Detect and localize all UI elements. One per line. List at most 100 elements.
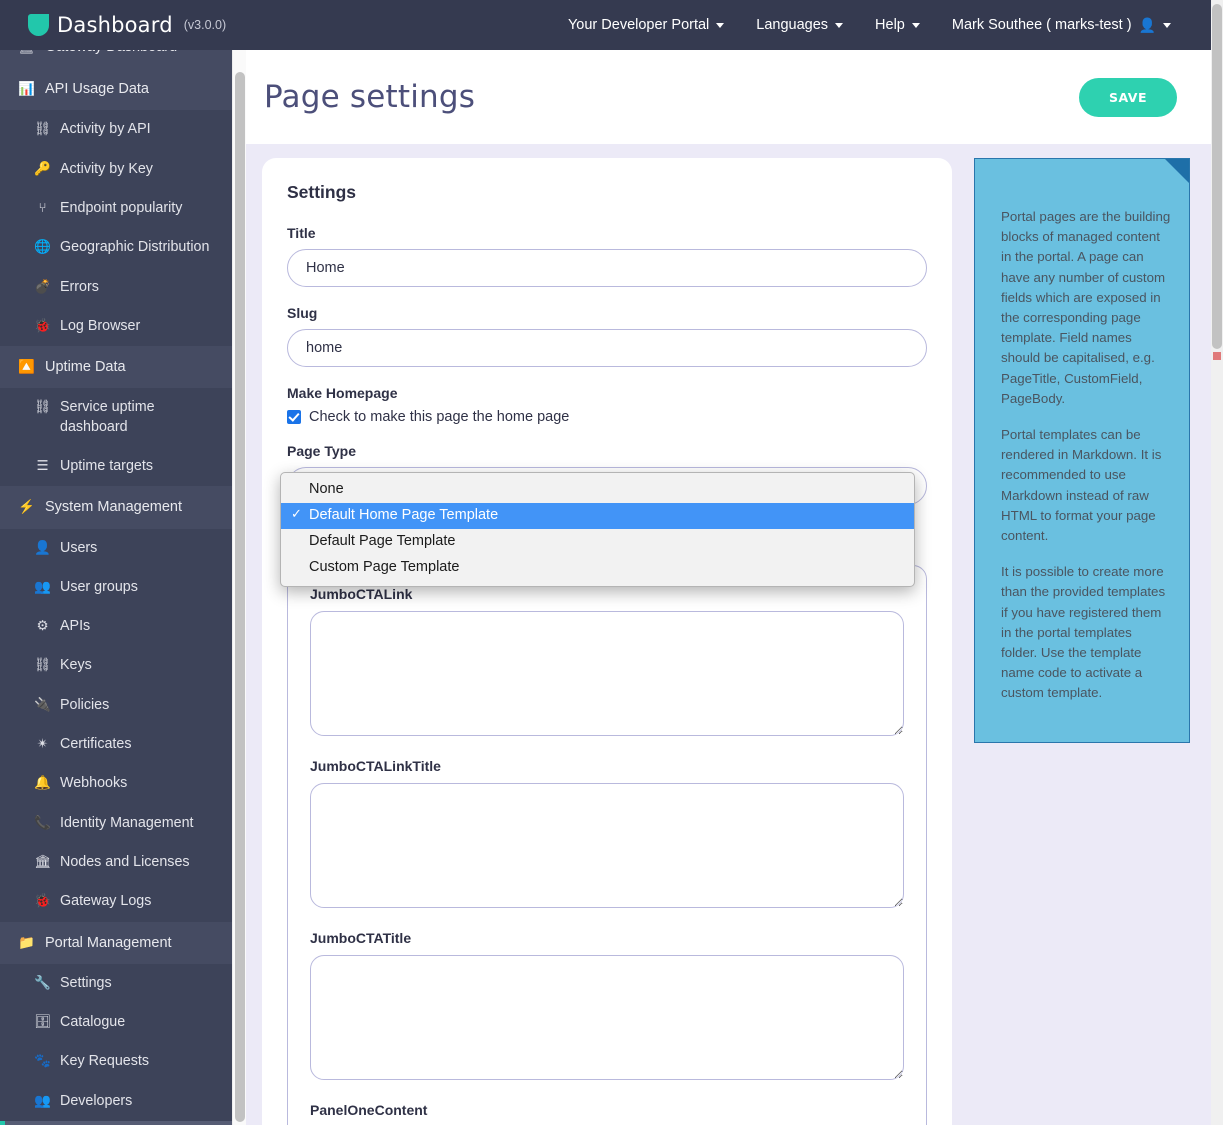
- sidebar-item-gateway-logs[interactable]: 🐞 Gateway Logs: [0, 882, 232, 921]
- top-navigation-bar: Dashboard (v3.0.0) Your Developer Portal…: [0, 0, 1211, 50]
- sidebar-item-users[interactable]: 👤 Users: [0, 529, 232, 568]
- sidebar-scrollbar-thumb[interactable]: [235, 72, 245, 1122]
- sidebar-item-label: Log Browser: [60, 317, 222, 336]
- phone-icon: 📞: [34, 814, 51, 832]
- slug-label: Slug: [287, 305, 927, 321]
- bug-icon: 🐞: [34, 892, 51, 910]
- brand-logo[interactable]: Dashboard (v3.0.0): [28, 13, 226, 37]
- sidebar-item-label: Nodes and Licenses: [60, 853, 222, 872]
- registered-field-label-jumboctatitle: JumboCTATitle: [310, 930, 904, 946]
- chevron-down-icon: [912, 23, 920, 28]
- sidebar-item-endpoint-popularity[interactable]: ⑂Endpoint popularity: [0, 189, 232, 228]
- sidebar-item-nodes-and-licenses[interactable]: 🏛 Nodes and Licenses: [0, 843, 232, 882]
- sidebar-item-label: Errors: [60, 278, 222, 297]
- sidebar-item-geographic-distribution[interactable]: 🌐Geographic Distribution: [0, 228, 232, 267]
- save-button[interactable]: SAVE: [1079, 78, 1177, 117]
- bell-icon: 🔔: [34, 774, 51, 792]
- nav-help[interactable]: Help: [859, 9, 936, 41]
- settings-card-title: Settings: [287, 182, 927, 203]
- chart-bar-icon: 📊: [18, 80, 35, 98]
- list-icon: ☰: [34, 457, 51, 475]
- page-title: Page settings: [264, 79, 475, 115]
- sitemap-icon: ⛓: [34, 398, 51, 416]
- sidebar-item-label: Identity Management: [60, 814, 222, 833]
- nav-developer-portal-label: Your Developer Portal: [568, 17, 709, 33]
- dropdown-option-none[interactable]: None: [281, 477, 914, 503]
- sidebar-item-identity-management[interactable]: 📞 Identity Management: [0, 804, 232, 843]
- server-icon: 🗄: [34, 1013, 51, 1031]
- key-icon: 🔑: [34, 160, 51, 178]
- sidebar-item-label: Geographic Distribution: [60, 238, 222, 257]
- sidebar-item-policies[interactable]: 🔌Policies: [0, 686, 232, 725]
- sidebar-item-system-management[interactable]: ⚡ System Management: [0, 486, 232, 528]
- make-homepage-checkbox[interactable]: [287, 410, 301, 424]
- registered-field-input-jumboctalink[interactable]: [310, 611, 904, 736]
- make-homepage-checkbox-row[interactable]: Check to make this page the home page: [287, 409, 927, 425]
- sidebar-item-uptime-targets[interactable]: ☰ Uptime targets: [0, 447, 232, 486]
- registered-field-input-jumboctalinktitle[interactable]: [310, 783, 904, 908]
- sidebar-item-developers[interactable]: 👥 Developers: [0, 1082, 232, 1121]
- sidebar-item-service-uptime-dashboard[interactable]: ⛓ Service uptime dashboard: [0, 388, 232, 447]
- bank-icon: 🏛: [34, 853, 51, 871]
- page-type-dropdown-list[interactable]: None ✓Default Home Page Template Default P…: [280, 472, 915, 587]
- arrow-circle-up-icon: 🔼: [18, 358, 35, 376]
- settings-card: Settings Title Slug Make Homepage Check …: [262, 158, 952, 1125]
- dropdown-option-default-home-page-template[interactable]: ✓Default Home Page Template: [281, 503, 914, 529]
- sidebar-scrollbar[interactable]: [232, 50, 246, 1125]
- sidebar-item-label: System Management: [45, 499, 218, 515]
- slug-input[interactable]: [287, 329, 927, 367]
- page-scrollbar[interactable]: [1211, 0, 1223, 1125]
- users-icon: 👥: [34, 1092, 51, 1110]
- title-input[interactable]: [287, 249, 927, 287]
- info-paragraph-1: Portal pages are the building blocks of …: [1001, 207, 1171, 409]
- top-navigation-items: Your Developer Portal Languages Help Mar…: [552, 9, 1211, 42]
- nav-developer-portal[interactable]: Your Developer Portal: [552, 9, 740, 41]
- registered-field-input-jumboctatitle[interactable]: [310, 955, 904, 1080]
- sidebar-item-apis[interactable]: ⚙APIs: [0, 607, 232, 646]
- sidebar-item-webhooks[interactable]: 🔔Webhooks: [0, 764, 232, 803]
- sidebar-item-label: Users: [60, 539, 222, 558]
- sidebar-item-label: Service uptime dashboard: [60, 398, 222, 437]
- slug-field-group: Slug: [287, 305, 927, 367]
- sitemap-icon: ⛓: [34, 656, 51, 674]
- registered-field-label-jumboctalinktitle: JumboCTALinkTitle: [310, 758, 904, 774]
- sidebar-item-pages[interactable]: 🍃Pages: [0, 1121, 232, 1125]
- sidebar-item-user-groups[interactable]: 👥User groups: [0, 568, 232, 607]
- sidebar-item-certificates[interactable]: ✴Certificates: [0, 725, 232, 764]
- user-icon: 👤: [34, 539, 51, 557]
- sidebar-item-label: Gateway Logs: [60, 892, 222, 911]
- nav-languages[interactable]: Languages: [740, 9, 859, 41]
- sidebar-item-portal-management[interactable]: 📁Portal Management: [0, 922, 232, 964]
- tyk-logo-icon: [28, 14, 49, 36]
- dropdown-option-custom-page-template[interactable]: Custom Page Template: [281, 555, 914, 581]
- users-icon: 👥: [34, 578, 51, 596]
- sidebar-item-log-browser[interactable]: 🐞Log Browser: [0, 307, 232, 346]
- registered-field-label-jumboctalink: JumboCTALink: [310, 586, 904, 602]
- sidebar-item-activity-by-key[interactable]: 🔑Activity by Key: [0, 150, 232, 189]
- sidebar-item-label: Key Requests: [60, 1052, 222, 1071]
- dropdown-option-label: Default Page Template: [309, 533, 455, 549]
- sidebar-item-errors[interactable]: 💣 Errors: [0, 268, 232, 307]
- content-row: Settings Title Slug Make Homepage Check …: [246, 144, 1211, 1125]
- sidebar-item-label: Developers: [60, 1092, 222, 1111]
- sidebar-item-activity-by-api[interactable]: ⛓Activity by API: [0, 110, 232, 149]
- info-paragraph-2: Portal templates can be rendered in Mark…: [1001, 425, 1171, 546]
- sidebar-item-keys[interactable]: ⛓Keys: [0, 646, 232, 685]
- sidebar-item-catalogue[interactable]: 🗄 Catalogue: [0, 1003, 232, 1042]
- dropdown-option-label: None: [309, 481, 344, 497]
- chevron-down-icon: [716, 23, 724, 28]
- sidebar-item-uptime-data[interactable]: 🔼Uptime Data: [0, 346, 232, 388]
- dropdown-option-default-page-template[interactable]: Default Page Template: [281, 529, 914, 555]
- page-header: Page settings SAVE: [246, 50, 1211, 144]
- sidebar-item-label: Catalogue: [60, 1013, 222, 1032]
- sidebar-item-label: Uptime targets: [60, 457, 222, 476]
- page-scrollbar-thumb[interactable]: [1212, 4, 1222, 349]
- sidebar-item-label: Certificates: [60, 735, 222, 754]
- sidebar-item-api-usage-data[interactable]: 📊API Usage Data: [0, 68, 232, 110]
- sidebar-item-label: Endpoint popularity: [60, 199, 222, 218]
- nav-user-menu[interactable]: Mark Southee ( marks-test ) 👤: [936, 9, 1187, 42]
- bolt-icon: ⚡: [18, 498, 35, 516]
- sidebar-item-key-requests[interactable]: 🐾Key Requests: [0, 1042, 232, 1081]
- bomb-icon: 💣: [34, 278, 51, 296]
- sidebar-item-settings[interactable]: 🔧Settings: [0, 964, 232, 1003]
